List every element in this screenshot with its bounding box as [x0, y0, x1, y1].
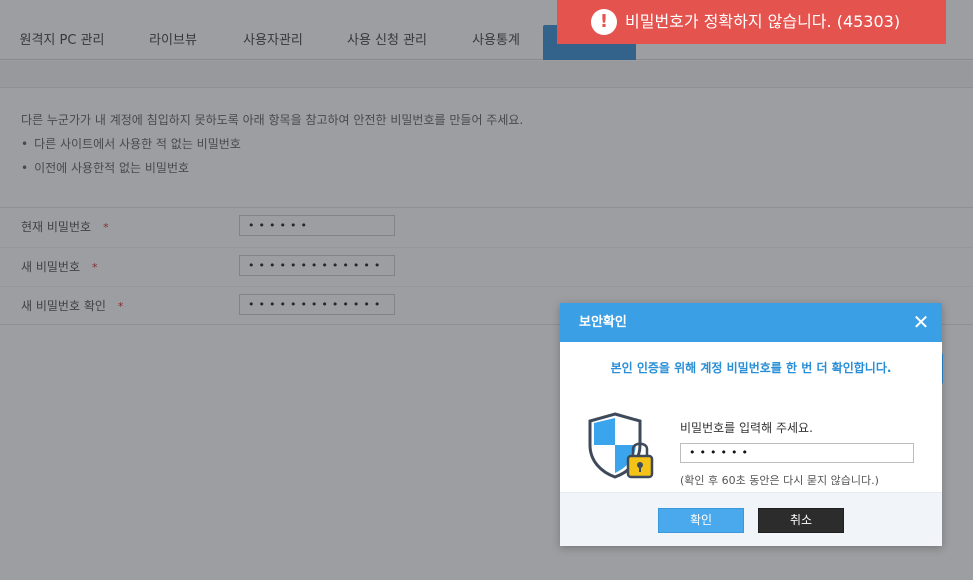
dialog-body: 본인 인증을 위해 계정 비밀번호를 한 번 더 확인합니다. 비밀번호를 입력… [560, 359, 942, 499]
confirm-button[interactable]: 확인 [658, 508, 744, 533]
dialog-footer: 확인 취소 [560, 492, 942, 546]
dialog-sub-note: (확인 후 60초 동안은 다시 묻지 않습니다.) [680, 474, 879, 487]
shield-lock-icon [588, 412, 654, 479]
exclamation-icon: ! [591, 9, 617, 35]
security-check-dialog: 보안확인 ✕ 본인 인증을 위해 계정 비밀번호를 한 번 더 확인합니다. 비… [560, 303, 942, 546]
toast-message: 비밀번호가 정확하지 않습니다. (45303) [625, 12, 901, 31]
cancel-button[interactable]: 취소 [758, 508, 844, 533]
password-prompt: 비밀번호를 입력해 주세요. [680, 421, 813, 435]
verify-password-input[interactable]: •••••• [680, 443, 914, 463]
dialog-note: 본인 인증을 위해 계정 비밀번호를 한 번 더 확인합니다. [610, 361, 892, 375]
dialog-title: 보안확인 [579, 315, 627, 330]
error-toast: ! 비밀번호가 정확하지 않습니다. (45303) [557, 0, 946, 44]
close-icon[interactable]: ✕ [908, 309, 934, 335]
dialog-header: 보안확인 ✕ [560, 303, 942, 342]
